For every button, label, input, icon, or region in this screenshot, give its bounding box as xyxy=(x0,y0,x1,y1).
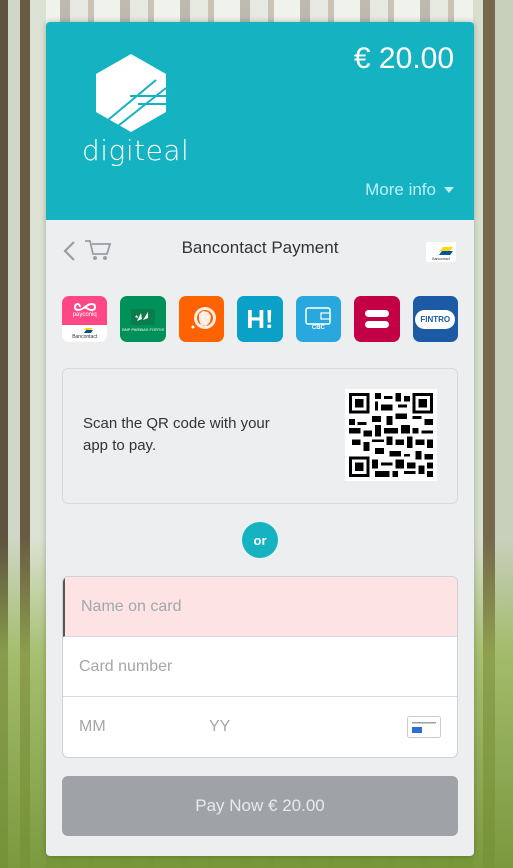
qr-code-icon xyxy=(345,389,437,481)
divider: or xyxy=(46,504,474,576)
fintro-label: FINTRO xyxy=(415,309,456,329)
payconiq-label: payconiq xyxy=(72,312,97,319)
card-number-input[interactable] xyxy=(79,657,441,676)
page-title: Bancontact Payment xyxy=(181,238,339,257)
bank-list: payconiq Bancontact BNP PARIBAS FORTIS H… xyxy=(46,296,474,342)
name-field-row xyxy=(63,577,457,637)
pay-now-button[interactable]: Pay Now € 20.00 xyxy=(62,776,458,836)
payconiq-top: payconiq xyxy=(62,296,108,325)
wallet-icon xyxy=(305,307,332,325)
bnp-label: BNP PARIBAS FORTIS xyxy=(122,326,165,332)
card-form xyxy=(62,576,458,758)
bank-ing[interactable] xyxy=(178,296,225,342)
lion-icon xyxy=(191,307,216,329)
qr-instruction: Scan the QR code with your app to pay. xyxy=(83,415,270,454)
bancontact-logo-text: Bancontact xyxy=(432,257,450,261)
expiry-month-input[interactable] xyxy=(79,718,209,736)
bank-bnp-paribas-fortis[interactable]: BNP PARIBAS FORTIS xyxy=(120,296,166,342)
name-on-card-input[interactable] xyxy=(81,597,441,616)
more-info-toggle[interactable]: More info xyxy=(365,180,454,200)
bank-payconiq[interactable]: payconiq Bancontact xyxy=(62,296,108,342)
credit-card-icon xyxy=(407,716,441,738)
qr-panel: Scan the QR code with your app to pay. xyxy=(62,368,458,504)
cbc-label: CBC xyxy=(311,325,325,331)
expiry-year-input[interactable] xyxy=(209,718,339,736)
chevron-down-icon xyxy=(444,187,454,193)
header: digiteal € 20.00 More info xyxy=(46,22,474,220)
hello-bank-label: H! xyxy=(246,303,274,334)
bank-cbc[interactable]: CBC xyxy=(295,296,342,342)
payconiq-bottom: Bancontact xyxy=(62,325,107,342)
belfius-logo-icon xyxy=(364,310,389,328)
toolbar: Bancontact Payment Bancontact xyxy=(46,220,474,280)
bancontact-logo-icon: Bancontact xyxy=(426,242,456,262)
or-badge: or xyxy=(242,522,278,558)
digiteal-logo-icon xyxy=(96,54,167,132)
infinity-icon xyxy=(73,303,96,312)
bancontact-label: Bancontact xyxy=(72,333,98,340)
bank-belfius[interactable] xyxy=(354,296,400,342)
brand-name: digiteal xyxy=(82,134,190,167)
bnp-stars-icon xyxy=(131,308,156,325)
amount: € 20.00 xyxy=(353,42,454,75)
more-info-label: More info xyxy=(365,180,436,199)
payment-card: digiteal € 20.00 More info Bancontact Pa… xyxy=(46,22,474,856)
bank-hello-bank[interactable]: H! xyxy=(237,296,283,342)
expiry-field-row xyxy=(63,697,457,757)
bank-fintro[interactable]: FINTRO xyxy=(412,296,458,342)
card-number-field-row xyxy=(63,637,457,697)
bancontact-small-icon xyxy=(76,327,93,333)
